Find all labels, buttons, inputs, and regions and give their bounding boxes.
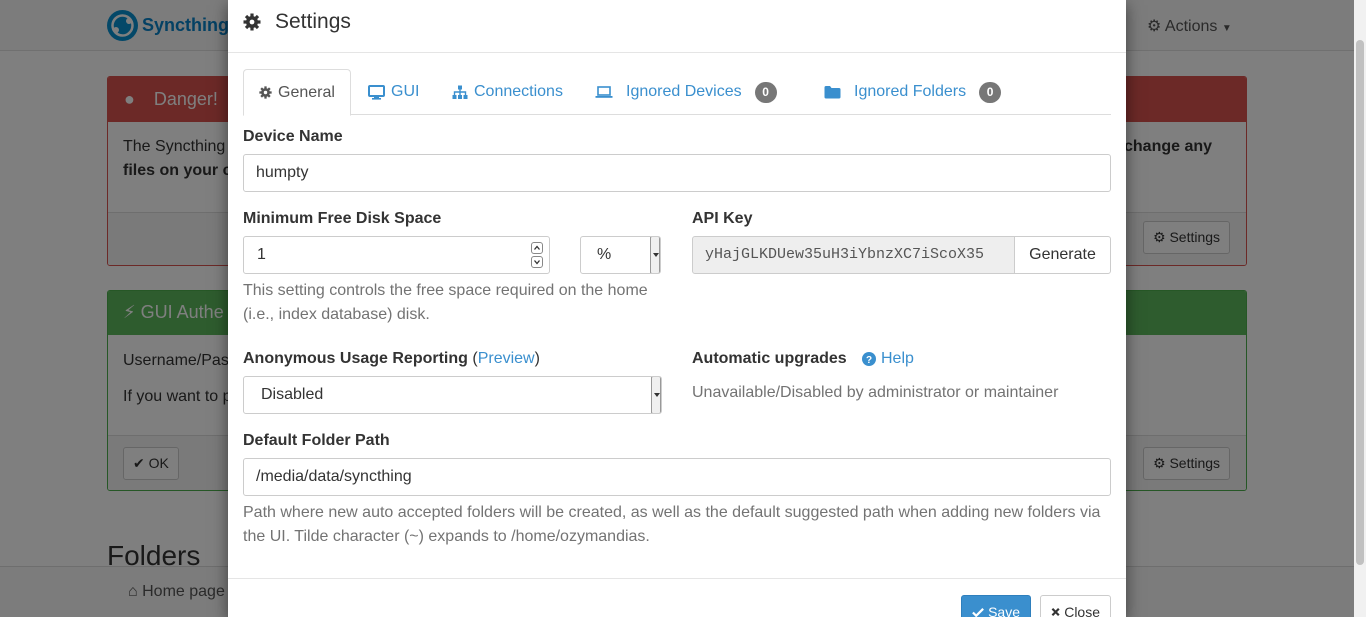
check-icon <box>972 607 984 617</box>
usage-reporting-close-paren: ) <box>534 350 540 367</box>
tab-general[interactable]: General <box>243 69 351 116</box>
usage-reporting-value: Disabled <box>261 386 324 403</box>
auto-upgrades-help-label: Help <box>881 350 914 367</box>
default-folder-path-input[interactable]: /media/data/syncthing <box>243 458 1111 496</box>
save-label: Save <box>988 604 1020 617</box>
tab-connections[interactable]: Connections <box>452 69 563 115</box>
desktop-icon <box>368 84 385 100</box>
laptop-icon <box>595 86 613 98</box>
min-disk-space-help: This setting controls the free space req… <box>243 282 648 323</box>
device-name-label: Device Name <box>243 128 343 145</box>
auto-upgrades-help-link[interactable]: ? Help <box>862 350 914 368</box>
modal-title-text: Settings <box>275 10 351 33</box>
close-icon <box>1051 607 1060 617</box>
modal-header: Settings <box>228 0 1126 53</box>
auto-upgrades-label: Automatic upgrades <box>692 350 847 367</box>
sitemap-icon <box>452 85 468 99</box>
tab-gui[interactable]: GUI <box>368 69 419 115</box>
tab-ignored-devices[interactable]: Ignored Devices 0 <box>595 69 777 115</box>
tab-ignored-devices-label: Ignored Devices <box>626 83 742 100</box>
min-disk-space-value: 1 <box>257 246 266 263</box>
disk-space-unit-value: % <box>597 246 612 263</box>
generate-api-key-button[interactable]: Generate <box>1014 236 1111 274</box>
usage-reporting-select[interactable]: Disabled <box>243 376 662 414</box>
min-disk-space-input[interactable]: 1 <box>243 236 550 274</box>
select-arrow-icon <box>650 237 660 273</box>
select-arrow-icon <box>651 377 661 413</box>
svg-text:?: ? <box>866 355 872 366</box>
question-circle-icon: ? <box>862 352 876 366</box>
settings-tabs: General GUI Connections Ignored Devices … <box>243 69 1111 116</box>
device-name-value: humpty <box>256 164 309 181</box>
page-scrollbar[interactable] <box>1354 0 1366 617</box>
scrollbar-thumb[interactable] <box>1356 40 1364 565</box>
number-spinner[interactable] <box>531 242 543 268</box>
tab-ignored-folders[interactable]: Ignored Folders 0 <box>824 69 1002 115</box>
tab-ignored-folders-label: Ignored Folders <box>854 83 967 100</box>
ignored-folders-count-badge: 0 <box>979 81 1002 103</box>
ignored-devices-count-badge: 0 <box>754 81 777 103</box>
tab-gui-label: GUI <box>391 83 420 100</box>
folder-icon <box>824 86 841 99</box>
gear-icon <box>243 13 261 31</box>
default-folder-path-value: /media/data/syncthing <box>256 468 412 485</box>
gear-icon <box>259 86 272 99</box>
close-button[interactable]: Close <box>1040 595 1111 617</box>
api-key-label: API Key <box>692 210 753 227</box>
usage-reporting-label: Anonymous Usage Reporting (Preview) <box>243 350 540 368</box>
auto-upgrades-status: Unavailable/Disabled by administrator or… <box>692 384 1059 401</box>
spin-down-icon[interactable] <box>531 256 543 268</box>
default-folder-path-label: Default Folder Path <box>243 432 390 449</box>
save-button[interactable]: Save <box>961 595 1031 617</box>
tab-connections-label: Connections <box>474 83 563 100</box>
api-key-field[interactable]: yHajGLKDUew35uH3iYbnzXC7iScoX35 <box>692 236 1015 274</box>
tab-general-label: General <box>278 83 335 101</box>
usage-reporting-label-text: Anonymous Usage Reporting <box>243 350 468 367</box>
spin-up-icon[interactable] <box>531 242 543 254</box>
disk-space-unit-select[interactable]: % <box>580 236 661 274</box>
device-name-input[interactable]: humpty <box>243 154 1111 192</box>
min-disk-space-label: Minimum Free Disk Space <box>243 210 442 227</box>
api-key-value: yHajGLKDUew35uH3iYbnzXC7iScoX35 <box>705 246 985 263</box>
usage-preview-link[interactable]: Preview <box>478 350 535 367</box>
default-folder-path-help: Path where new auto accepted folders wil… <box>243 504 1101 545</box>
close-label: Close <box>1064 604 1100 617</box>
settings-modal: Settings General GUI Connections Ignored… <box>228 0 1126 617</box>
modal-title: Settings <box>243 10 351 34</box>
